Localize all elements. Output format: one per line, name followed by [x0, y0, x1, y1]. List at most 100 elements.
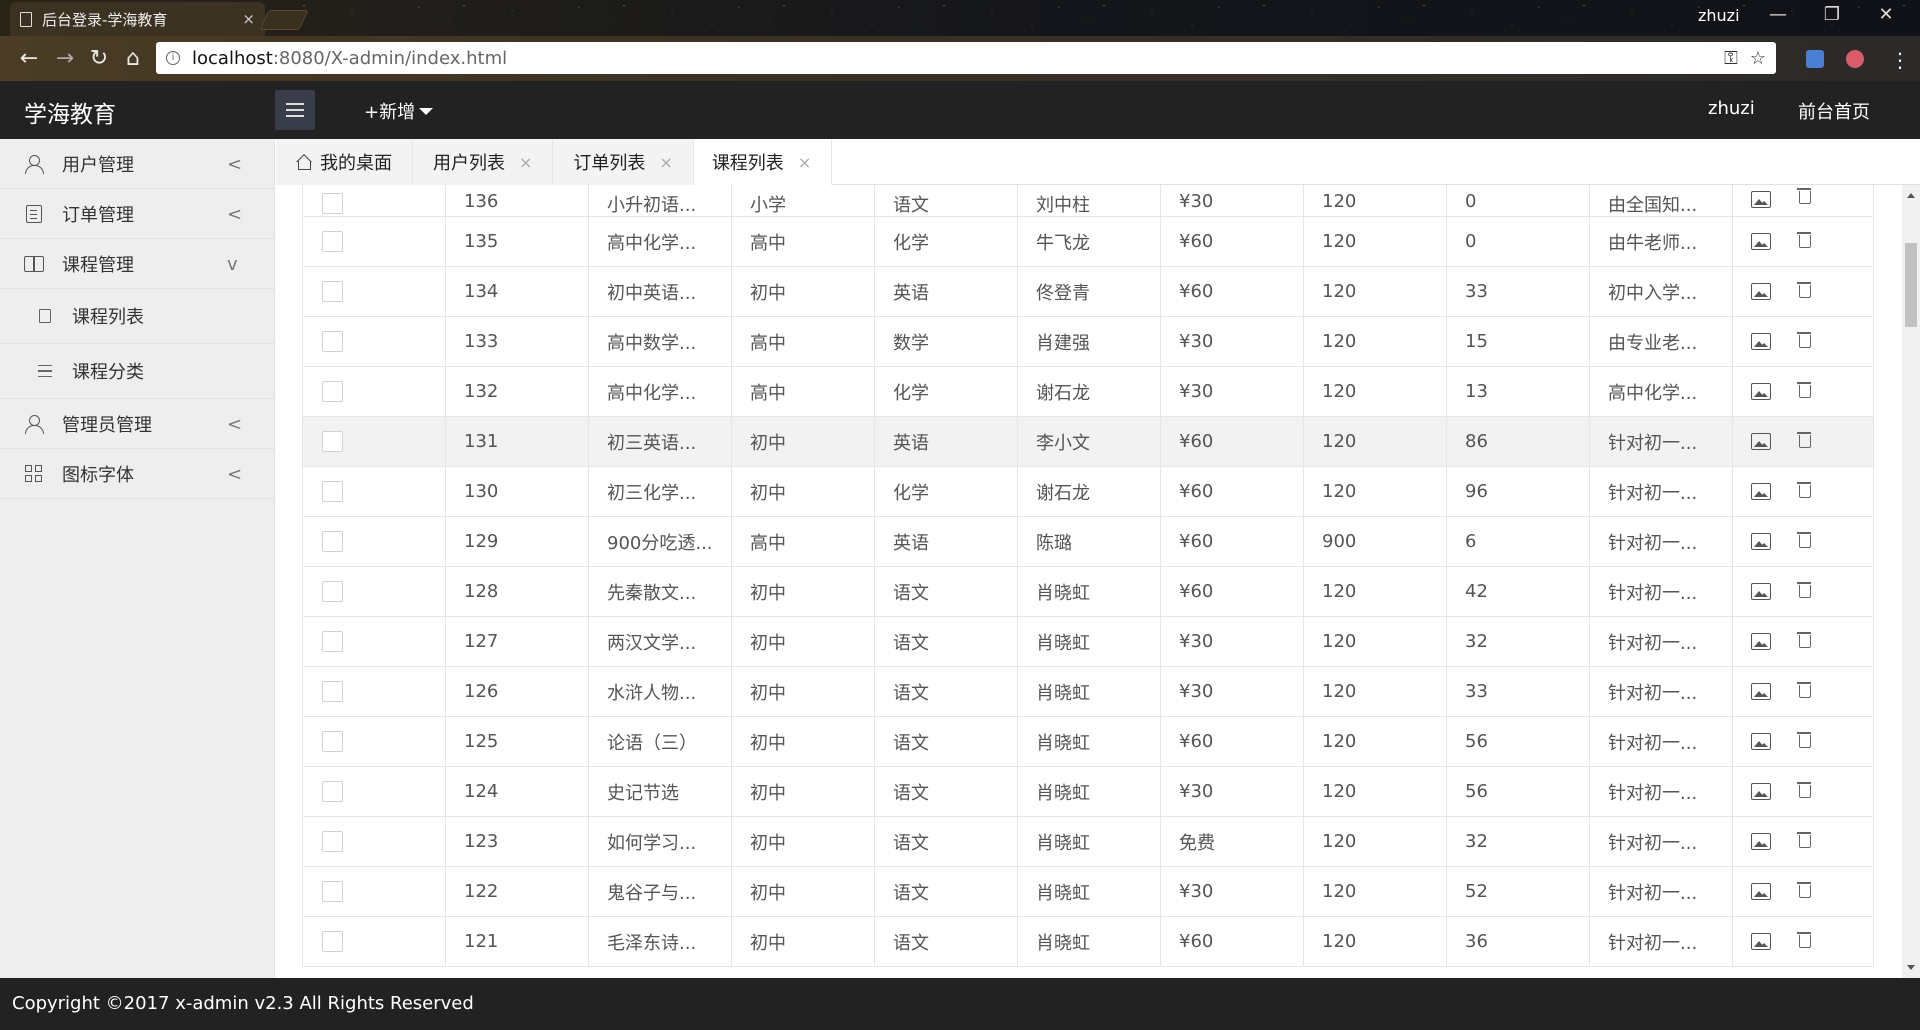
row-checkbox[interactable]	[322, 381, 343, 402]
add-new-menu[interactable]: +新增	[364, 98, 434, 124]
scroll-up-icon[interactable]	[1907, 193, 1915, 198]
image-icon[interactable]	[1751, 533, 1771, 550]
row-checkbox[interactable]	[322, 193, 343, 214]
image-icon[interactable]	[1751, 933, 1771, 950]
browser-tab-close-icon[interactable]: ×	[242, 10, 255, 28]
table-row[interactable]: 122 鬼谷子与... 初中 语文 肖晓虹 ¥30 120 52 针对初一...	[302, 867, 1874, 917]
close-icon[interactable]: ×	[519, 153, 532, 172]
image-icon[interactable]	[1751, 833, 1771, 850]
trash-icon[interactable]	[1797, 382, 1811, 398]
image-icon[interactable]	[1751, 433, 1771, 450]
sidebar-item-course-category[interactable]: 课程分类	[0, 344, 274, 399]
sidebar-item-icon-fonts[interactable]: 图标字体 <	[0, 449, 274, 499]
trash-icon[interactable]	[1797, 332, 1811, 348]
trash-icon[interactable]	[1797, 732, 1811, 748]
row-checkbox[interactable]	[322, 431, 343, 452]
address-bar[interactable]: i localhost:8080/X-admin/index.html ⚿ ☆	[156, 42, 1776, 74]
image-icon[interactable]	[1751, 883, 1771, 900]
trash-icon[interactable]	[1797, 282, 1811, 298]
table-row[interactable]: 128 先秦散文... 初中 语文 肖晓虹 ¥60 120 42 针对初一...	[302, 567, 1874, 617]
browser-menu-icon[interactable]: ⋮	[1890, 48, 1910, 72]
back-icon[interactable]: ←	[14, 46, 44, 71]
close-icon[interactable]: ×	[659, 153, 672, 172]
sidebar-item-users[interactable]: 用户管理 <	[0, 139, 274, 189]
scroll-down-icon[interactable]	[1907, 965, 1915, 970]
image-icon[interactable]	[1751, 633, 1771, 650]
trash-icon[interactable]	[1797, 832, 1811, 848]
reload-icon[interactable]: ↻	[84, 46, 114, 71]
row-checkbox[interactable]	[322, 731, 343, 752]
table-row[interactable]: 126 水浒人物... 初中 语文 肖晓虹 ¥30 120 33 针对初一...	[302, 667, 1874, 717]
image-icon[interactable]	[1751, 383, 1771, 400]
table-row[interactable]: 129 900分吃透... 高中 英语 陈璐 ¥60 900 6 针对初一...	[302, 517, 1874, 567]
close-window-button[interactable]: ✕	[1866, 4, 1906, 25]
sidebar-toggle-button[interactable]	[275, 90, 315, 130]
trash-icon[interactable]	[1797, 682, 1811, 698]
row-checkbox[interactable]	[322, 931, 343, 952]
star-icon[interactable]: ☆	[1750, 48, 1766, 69]
sidebar-item-course-list[interactable]: 课程列表	[0, 289, 274, 344]
scrollbar[interactable]	[1902, 185, 1920, 978]
row-checkbox[interactable]	[322, 881, 343, 902]
image-icon[interactable]	[1751, 283, 1771, 300]
image-icon[interactable]	[1751, 583, 1771, 600]
row-checkbox[interactable]	[322, 531, 343, 552]
info-icon[interactable]: i	[166, 51, 180, 65]
row-checkbox[interactable]	[322, 831, 343, 852]
table-row[interactable]: 133 高中数学... 高中 数学 肖建强 ¥30 120 15 由专业老...	[302, 317, 1874, 367]
restore-button[interactable]: ❐	[1812, 4, 1852, 25]
trash-icon[interactable]	[1797, 932, 1811, 948]
front-page-link[interactable]: 前台首页	[1798, 98, 1870, 124]
table-row[interactable]: 123 如何学习... 初中 语文 肖晓虹 免费 120 32 针对初一...	[302, 817, 1874, 867]
table-row[interactable]: 125 论语（三） 初中 语文 肖晓虹 ¥60 120 56 针对初一...	[302, 717, 1874, 767]
table-row[interactable]: 124 史记节选 初中 语文 肖晓虹 ¥30 120 56 针对初一...	[302, 767, 1874, 817]
browser-profile-name[interactable]: zhuzi	[1698, 6, 1740, 25]
trash-icon[interactable]	[1797, 232, 1811, 248]
image-icon[interactable]	[1751, 683, 1771, 700]
image-icon[interactable]	[1751, 191, 1771, 208]
home-icon[interactable]: ⌂	[118, 46, 148, 71]
header-user[interactable]: zhuzi	[1708, 98, 1755, 119]
tab-desktop[interactable]: 我的桌面	[276, 139, 413, 185]
trash-icon[interactable]	[1797, 882, 1811, 898]
row-checkbox[interactable]	[322, 631, 343, 652]
row-checkbox[interactable]	[322, 581, 343, 602]
image-icon[interactable]	[1751, 733, 1771, 750]
table-row[interactable]: 127 两汉文学... 初中 语文 肖晓虹 ¥30 120 32 针对初一...	[302, 617, 1874, 667]
browser-tab[interactable]: 后台登录-学海教育 ×	[10, 2, 265, 36]
table-row[interactable]: 136 小升初语... 小学 语文 刘中柱 ¥30 120 0 由全国知...	[302, 185, 1874, 217]
scroll-thumb[interactable]	[1905, 243, 1917, 327]
trash-icon[interactable]	[1797, 482, 1811, 498]
translate-extension-icon[interactable]	[1806, 50, 1824, 68]
image-icon[interactable]	[1751, 783, 1771, 800]
image-icon[interactable]	[1751, 333, 1771, 350]
trash-icon[interactable]	[1797, 432, 1811, 448]
table-row[interactable]: 130 初三化学... 初中 化学 谢石龙 ¥60 120 96 针对初一...	[302, 467, 1874, 517]
trash-icon[interactable]	[1797, 782, 1811, 798]
trash-icon[interactable]	[1797, 532, 1811, 548]
table-row[interactable]: 134 初中英语... 初中 英语 佟登青 ¥60 120 33 初中入学...	[302, 267, 1874, 317]
image-icon[interactable]	[1751, 483, 1771, 500]
app-logo[interactable]: 学海教育	[24, 95, 116, 129]
table-row[interactable]: 135 高中化学... 高中 化学 牛飞龙 ¥60 120 0 由牛老师...	[302, 217, 1874, 267]
sidebar-item-orders[interactable]: 订单管理 <	[0, 189, 274, 239]
extension-icon[interactable]	[1846, 50, 1864, 68]
forward-icon[interactable]: →	[50, 46, 80, 71]
key-icon[interactable]: ⚿	[1724, 48, 1738, 69]
table-row[interactable]: 121 毛泽东诗... 初中 语文 肖晓虹 ¥60 120 36 针对初一...	[302, 917, 1874, 967]
trash-icon[interactable]	[1797, 582, 1811, 598]
row-checkbox[interactable]	[322, 481, 343, 502]
tab-course-list[interactable]: 课程列表 ×	[693, 139, 833, 185]
tab-user-list[interactable]: 用户列表 ×	[413, 139, 554, 185]
close-icon[interactable]: ×	[798, 153, 811, 172]
sidebar-item-courses[interactable]: 课程管理 v	[0, 239, 274, 289]
tab-order-list[interactable]: 订单列表 ×	[553, 139, 694, 185]
row-checkbox[interactable]	[322, 231, 343, 252]
minimize-button[interactable]: —	[1758, 4, 1798, 25]
table-row[interactable]: 132 高中化学... 高中 化学 谢石龙 ¥30 120 13 高中化学...	[302, 367, 1874, 417]
row-checkbox[interactable]	[322, 781, 343, 802]
trash-icon[interactable]	[1797, 188, 1811, 204]
image-icon[interactable]	[1751, 233, 1771, 250]
row-checkbox[interactable]	[322, 331, 343, 352]
row-checkbox[interactable]	[322, 681, 343, 702]
